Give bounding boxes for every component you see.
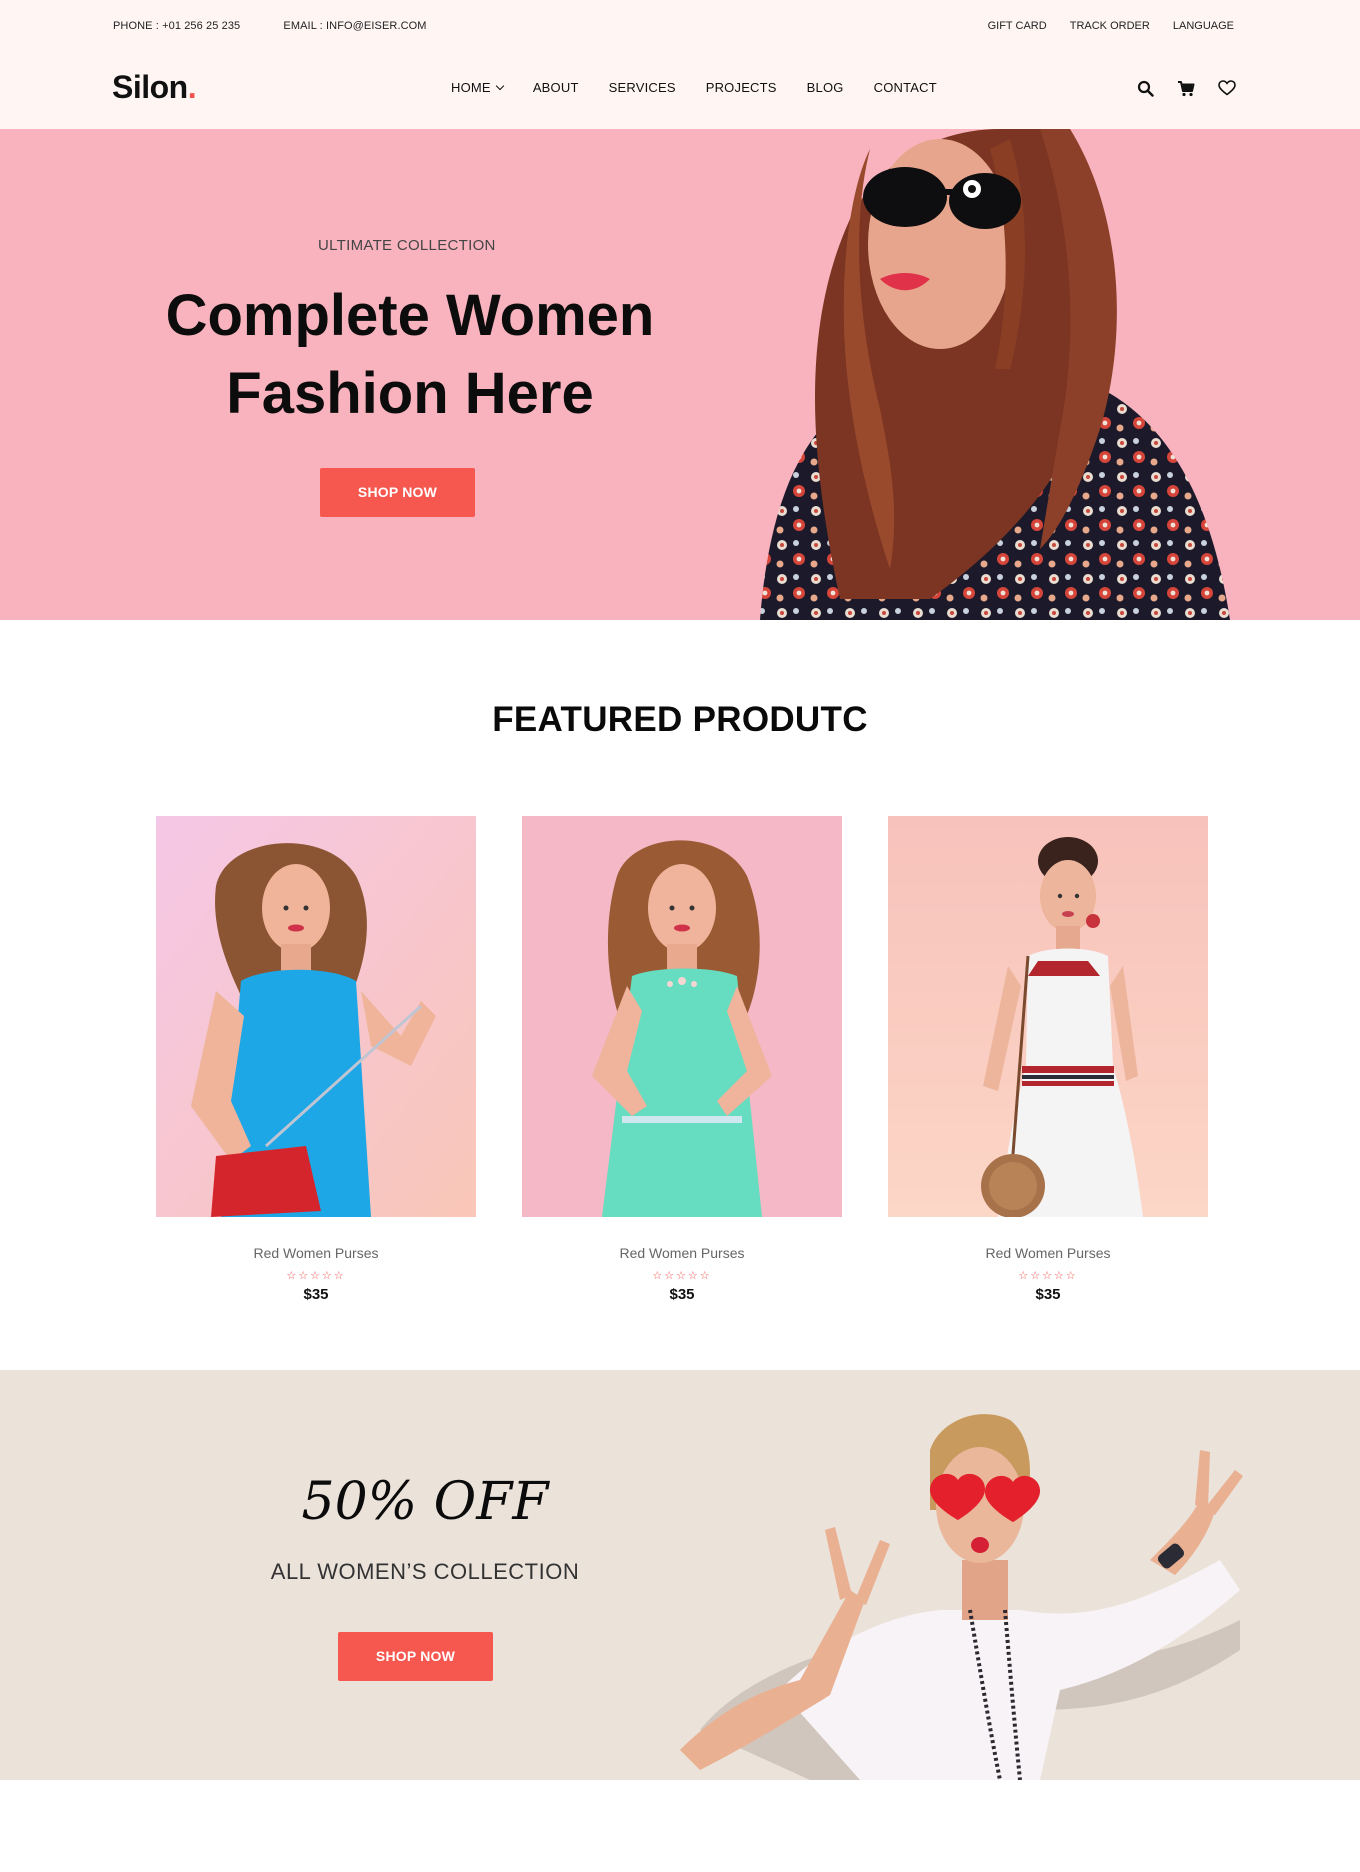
nav-icons [1115,77,1238,99]
nav-item-projects[interactable]: PROJECTS [706,80,777,95]
logo-dot: . [187,69,197,105]
product-image[interactable] [522,816,842,1217]
hero-kicker: ULTIMATE COLLECTION [318,237,496,254]
track-order-link[interactable]: TRACK ORDER [1070,20,1150,32]
promo-shop-now-button[interactable]: SHOP NOW [338,1632,493,1681]
featured-title: FEATURED PRODUTC [492,700,868,739]
utility-links: GIFT CARD TRACK ORDER LANGUAGE [968,20,1234,32]
top-bar: PHONE : +01 256 25 235 EMAIL : INFO@EISE… [0,0,1360,54]
product-image[interactable] [156,816,476,1217]
product-card[interactable]: Red Women Purses ☆☆☆☆☆ $35 [522,816,842,1303]
heart-icon[interactable] [1216,77,1238,99]
nav-item-about[interactable]: ABOUT [533,80,579,95]
cart-icon[interactable] [1175,77,1197,99]
product-price: $35 [303,1286,329,1303]
email-text: EMAIL : INFO@EISER.COM [283,20,427,32]
hero-banner: ULTIMATE COLLECTION Complete Women Fashi… [0,129,1360,620]
nav-item-label: HOME [451,80,491,95]
main-nav: Silon. HOME ABOUT SERVICES PROJECTS BLOG… [0,54,1360,129]
promo-banner: 50% OFF ALL WOMEN’S COLLECTION SHOP NOW [0,1370,1360,1780]
language-link[interactable]: LANGUAGE [1173,20,1234,32]
phone-text: PHONE : +01 256 25 235 [113,20,241,32]
product-card[interactable]: Red Women Purses ☆☆☆☆☆ $35 [156,816,476,1303]
product-name[interactable]: Red Women Purses [888,1245,1208,1261]
hero-shop-now-button[interactable]: SHOP NOW [320,468,475,517]
hero-title: Complete Women Fashion Here [150,277,670,433]
nav-menu: HOME ABOUT SERVICES PROJECTS BLOG CONTAC… [451,80,967,95]
nav-item-services[interactable]: SERVICES [609,80,676,95]
product-image[interactable] [888,816,1208,1217]
product-price: $35 [1035,1286,1061,1303]
hero-model-image [760,129,1230,620]
nav-item-home[interactable]: HOME [451,80,505,95]
product-rating: ☆☆☆☆☆ [286,1270,346,1282]
promo-model-image [680,1414,1243,1780]
contact-info: PHONE : +01 256 25 235 EMAIL : INFO@EISE… [113,20,467,32]
nav-item-blog[interactable]: BLOG [807,80,844,95]
product-rating: ☆☆☆☆☆ [652,1270,712,1282]
promo-headline: 50% OFF [301,1472,549,1532]
product-price: $35 [669,1286,695,1303]
logo-text: Silon [112,69,188,105]
promo-subtitle: ALL WOMEN’S COLLECTION [270,1559,580,1584]
product-rating: ☆☆☆☆☆ [1018,1270,1078,1282]
logo[interactable]: Silon. [112,69,197,106]
nav-item-contact[interactable]: CONTACT [874,80,937,95]
search-icon[interactable] [1134,77,1156,99]
hero-title-line-1: Complete Women [165,283,655,348]
product-name[interactable]: Red Women Purses [156,1245,476,1261]
product-card[interactable]: Red Women Purses ☆☆☆☆☆ $35 [888,816,1208,1303]
chevron-down-icon [495,81,505,91]
hero-title-line-2: Fashion Here [226,361,594,426]
gift-card-link[interactable]: GIFT CARD [988,20,1047,32]
product-name[interactable]: Red Women Purses [522,1245,842,1261]
